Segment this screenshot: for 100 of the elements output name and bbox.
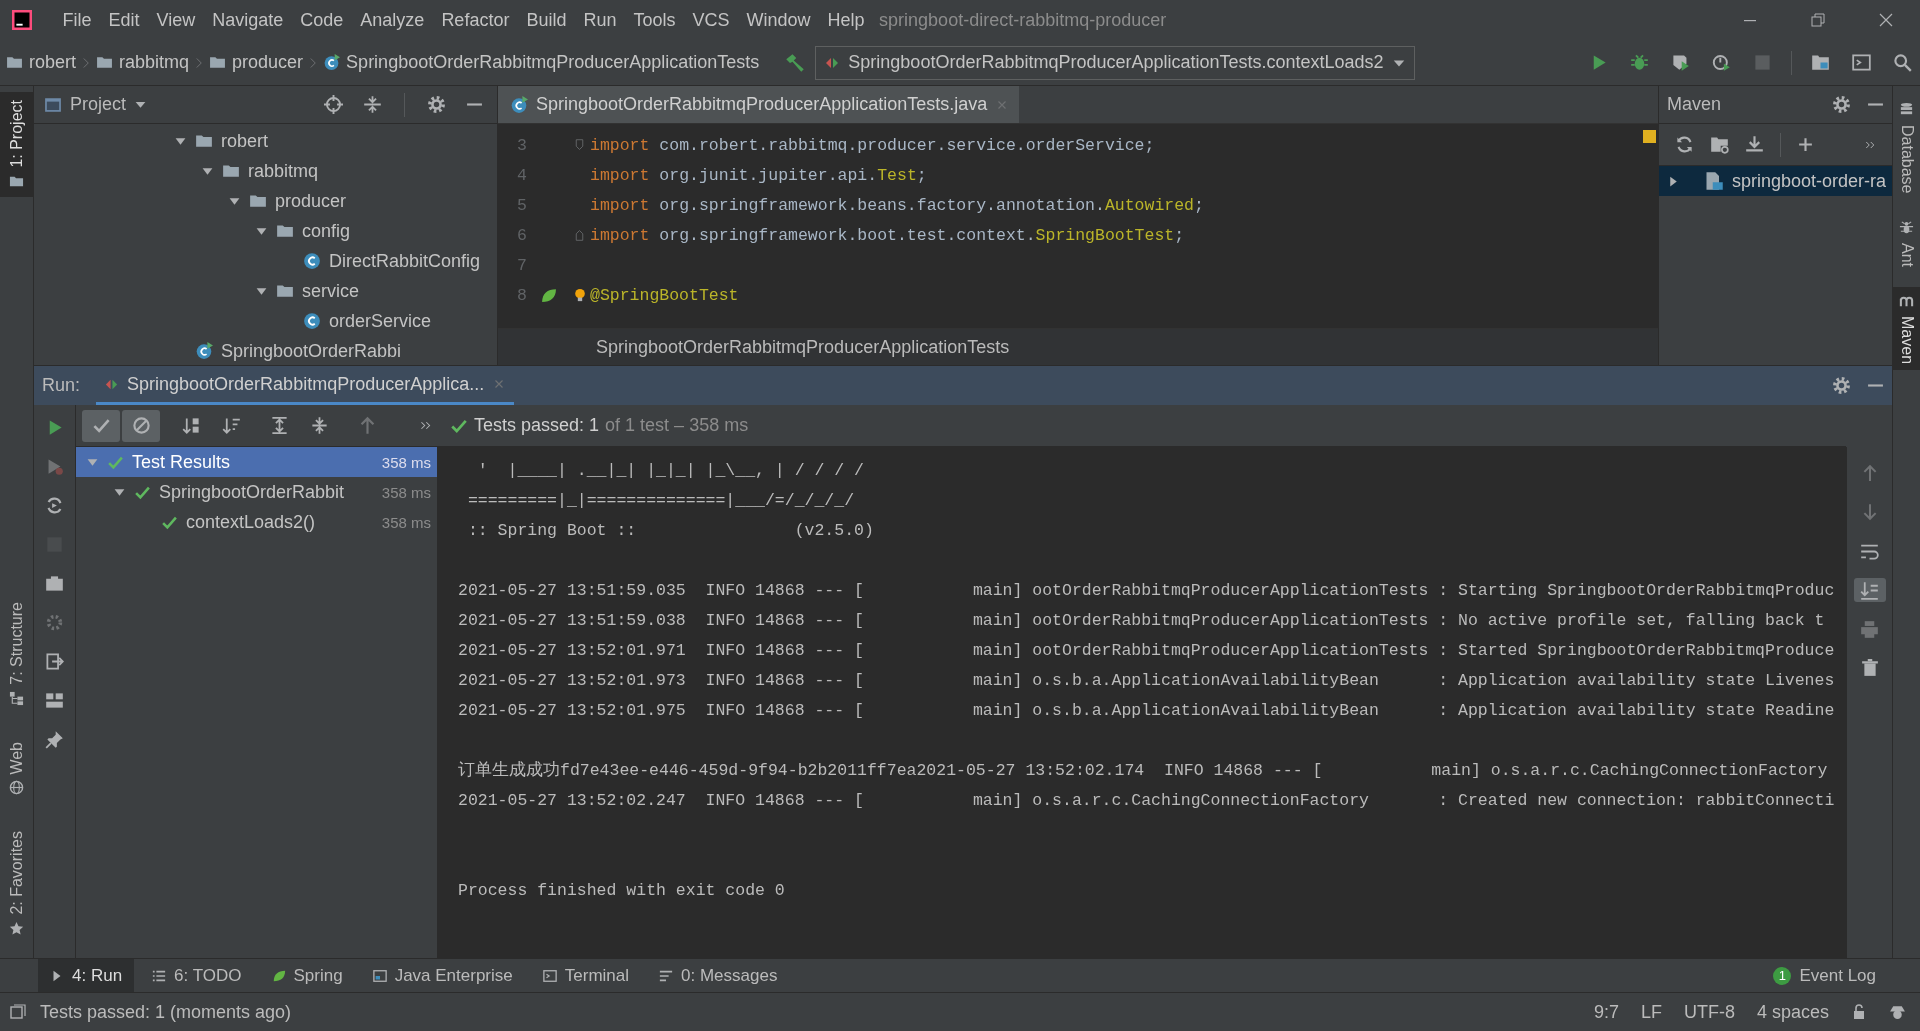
structure-icon [9,690,24,706]
tree-item[interactable]: service [302,280,359,302]
folder-refresh-icon[interactable] [1710,135,1729,154]
tool-window-tab[interactable]: Terminal [530,959,641,992]
coverage-icon[interactable] [1671,53,1690,72]
collapse-icon[interactable] [363,95,382,114]
menu-item[interactable]: Edit [100,9,149,31]
breadcrumb[interactable]: robert [29,52,77,73]
profiler-icon[interactable] [1712,53,1731,72]
console-line: 2021-05-27 13:51:59.038 INFO 14868 --- [ main] ootOrderRabbitmqProducerApplicationTests : No active profile set, falling back t [458,610,1826,632]
breadcrumb[interactable]: SpringbootOrderRabbitmqProducerApplicationTests [346,52,760,73]
export-icon[interactable] [45,652,64,671]
restore-icon[interactable] [1810,12,1826,28]
test-tree-row[interactable]: Test Results 358 ms [76,447,437,477]
add-icon[interactable] [1797,136,1814,153]
tool-window-tab[interactable]: Spring [259,959,355,992]
folder-icon [249,192,267,210]
more-icon[interactable] [418,419,432,432]
tool-window-tab[interactable]: 0: Messages [647,959,790,992]
maven-project-row[interactable]: springboot-order-ra [1659,166,1892,196]
terminal-icon[interactable] [1852,53,1871,72]
menu-item[interactable]: Run [574,9,625,31]
menu-item[interactable]: VCS [684,9,738,31]
tool-window-tab[interactable]: Ant [1893,213,1920,273]
tree-item[interactable]: config [302,220,351,242]
menu-item[interactable]: Tools [624,9,684,31]
search-icon[interactable] [1893,53,1912,72]
list-icon [152,968,167,983]
ignored-icon [131,416,151,435]
tree-item[interactable]: DirectRabbitConfig [329,250,481,272]
settings-icon[interactable] [1832,95,1851,114]
tree-item[interactable]: producer [275,190,347,212]
file-encoding[interactable]: UTF-8 [1683,1001,1735,1023]
scroll-to-end-toggle[interactable] [1853,578,1886,602]
settings-icon[interactable] [1832,376,1851,395]
fold-marker-icon[interactable] [573,228,586,242]
indent-setting[interactable]: 4 spaces [1756,1001,1829,1023]
breadcrumb[interactable]: rabbitmq [119,52,190,73]
menu-item[interactable]: Code [291,9,352,31]
show-passed-toggle[interactable] [82,409,120,442]
menu-item[interactable]: Refactor [432,9,518,31]
tool-window-tab[interactable]: 6: TODO [140,959,254,992]
reload-icon[interactable] [1675,135,1694,154]
fold-marker-icon[interactable] [573,138,586,152]
warning-marker[interactable] [1642,130,1656,143]
sort-by-duration-icon[interactable] [221,416,241,435]
tool-window-tab[interactable]: 1: Project [0,92,33,197]
collapse-all-icon[interactable] [309,416,329,435]
run-tab[interactable]: SpringbootOrderRabbitmqProducerApplica... [96,366,515,405]
settings-icon[interactable] [427,95,446,114]
inspector-icon[interactable] [1889,1003,1906,1021]
layout-icon[interactable] [45,691,64,710]
run-configuration-dropdown[interactable]: SpringbootOrderRabbitmqProducerApplicationTests.contextLoads2 [815,45,1415,80]
folder-icon [6,54,23,71]
tool-window-tab[interactable]: 2: Favorites [0,823,33,944]
collapsed-arrow-icon[interactable] [1667,174,1680,188]
trash-icon[interactable] [1860,659,1879,677]
expand-all-icon[interactable] [269,416,289,435]
line-separator[interactable]: LF [1640,1001,1662,1023]
locate-icon[interactable] [324,95,343,114]
test-tree-row[interactable]: SpringbootOrderRabbit 358 ms [76,477,437,507]
lock-icon[interactable] [1851,1004,1867,1020]
console-line: 2021-05-27 13:52:01.973 INFO 14868 --- [ main] o.s.b.a.ApplicationAvailabilityBean : Application availability state Livenes [458,670,1836,692]
pin-icon[interactable] [45,730,64,749]
menu-item[interactable]: Window [738,9,820,31]
tree-item[interactable]: rabbitmq [248,160,319,182]
project-structure-icon[interactable] [1811,53,1830,72]
tree-item[interactable]: orderService [329,310,432,332]
menu-item[interactable]: Navigate [203,9,292,31]
test-class-icon [510,95,528,114]
menu-item[interactable]: View [148,9,204,31]
tool-window-tab[interactable]: 7: Structure [0,594,33,714]
download-icon[interactable] [1745,135,1764,154]
auto-rerun-icon[interactable] [45,496,64,515]
test-tree-row[interactable]: contextLoads2() 358 ms [76,507,437,537]
tool-window-tab[interactable]: Database [1893,96,1920,200]
menu-item[interactable]: Build [517,9,575,31]
editor-tab[interactable]: SpringbootOrderRabbitmqProducerApplicationTests.java [498,86,1020,123]
caret-position[interactable]: 9:7 [1593,1001,1619,1023]
camera-icon[interactable] [45,574,64,593]
breadcrumb[interactable]: producer [232,52,304,73]
folder-icon [195,132,213,150]
menu-item[interactable]: Analyze [351,9,433,31]
tool-window-tab[interactable]: Java Enterprise [360,959,525,992]
tree-item[interactable]: SpringbootOrderRabbi [221,340,402,362]
tree-item[interactable]: robert [221,130,269,152]
tool-window-tab[interactable]: Web [0,733,33,804]
leaf-icon[interactable] [539,286,557,304]
debug-icon[interactable] [1630,53,1649,72]
close-icon[interactable] [1878,12,1894,28]
light-bulb-icon[interactable] [573,288,587,302]
tool-window-tab[interactable]: Maven [1893,286,1920,370]
event-log-link[interactable]: Event Log [1799,965,1876,986]
sort-alphabetically-icon[interactable] [181,416,201,435]
show-ignored-toggle[interactable] [122,409,160,442]
tool-window-tab[interactable]: 4: Run [38,959,135,992]
tool-windows-icon[interactable] [10,1004,26,1020]
menu-item[interactable]: Help [819,9,874,31]
menu-item[interactable]: File [54,9,100,31]
hammer-icon[interactable] [785,52,806,73]
